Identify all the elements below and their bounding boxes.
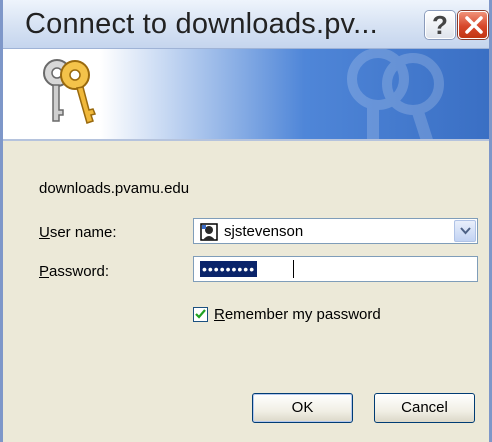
user-name-combobox[interactable]: sjstevenson [193, 218, 478, 244]
password-label: Password: [39, 263, 110, 280]
keys-icon [43, 59, 97, 124]
password-field[interactable]: ••••••••• [193, 256, 478, 282]
checkmark-icon [195, 309, 206, 319]
user-name-value: sjstevenson [224, 223, 304, 240]
password-value: ••••••••• [202, 261, 256, 277]
user-name-label: User name: [39, 224, 117, 241]
user-icon [200, 223, 218, 241]
banner-divider [3, 139, 489, 141]
chevron-down-icon [460, 227, 471, 235]
help-icon: ? [432, 10, 448, 40]
close-icon [465, 16, 483, 34]
cancel-button[interactable]: Cancel [374, 393, 475, 423]
remember-password-label[interactable]: Remember my password [214, 306, 381, 323]
close-button[interactable] [458, 11, 488, 39]
user-name-dropdown-button[interactable] [454, 220, 476, 242]
help-button[interactable]: ? [425, 11, 455, 39]
dialog-banner [3, 49, 489, 139]
title-bar[interactable]: Connect to downloads.pv... ? [3, 0, 489, 49]
window-title: Connect to downloads.pv... [25, 8, 378, 40]
server-name: downloads.pvamu.edu [39, 180, 190, 197]
remember-password-checkbox[interactable] [193, 307, 208, 322]
password-selection: ••••••••• [200, 261, 258, 277]
text-caret [293, 260, 294, 278]
credentials-dialog: Connect to downloads.pv... ? downloads.p… [0, 0, 492, 442]
ok-button[interactable]: OK [252, 393, 353, 423]
keys-watermark-icon [347, 49, 444, 139]
